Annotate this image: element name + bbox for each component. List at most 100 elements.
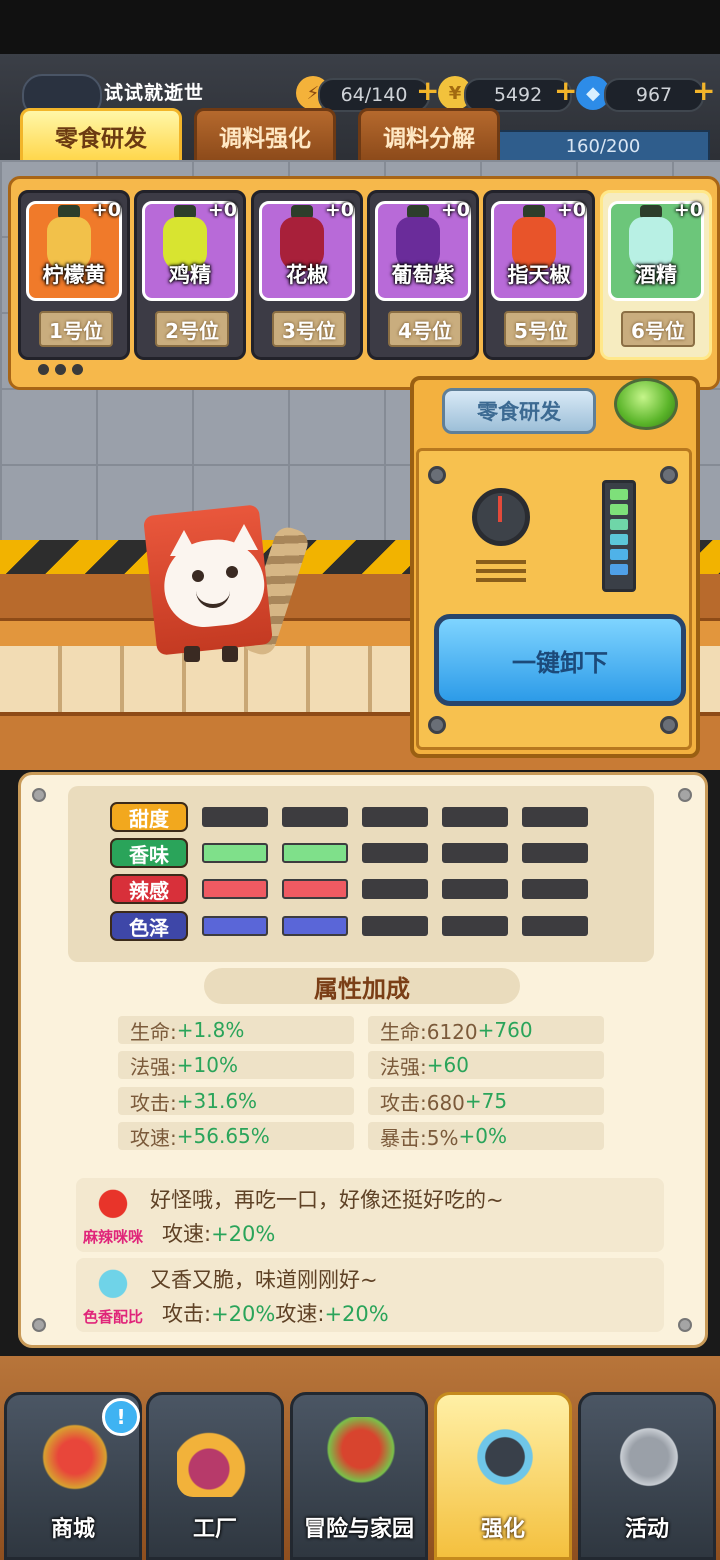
slot-level: +0 bbox=[91, 199, 121, 221]
tab-seasoning-enhance[interactable]: 调料强化 bbox=[194, 108, 336, 164]
more-dots-icon[interactable] bbox=[38, 364, 83, 375]
bonus-value: +31.6% bbox=[176, 1089, 258, 1113]
start-button[interactable] bbox=[614, 378, 678, 430]
ingredient-name: 花椒 bbox=[286, 263, 328, 287]
bonus-left-2: 法强: +10% bbox=[118, 1051, 354, 1079]
stat-label: 甜度 bbox=[110, 802, 188, 832]
stat-bar-segment bbox=[282, 879, 348, 899]
effect-value: +20% bbox=[211, 1302, 276, 1326]
bonus-right-4: 暴击:5% +0% bbox=[368, 1122, 604, 1150]
slot-position: 2号位 bbox=[155, 311, 229, 347]
vent-icon bbox=[476, 560, 526, 586]
bonus-value: +0% bbox=[458, 1124, 507, 1148]
ingredient-name: 酒精 bbox=[635, 263, 677, 287]
nav-events[interactable]: 活动 bbox=[578, 1392, 716, 1560]
nav-label: 商城 bbox=[50, 1517, 95, 1542]
add-diamond-button[interactable]: + bbox=[692, 74, 715, 107]
shopping-cart-icon bbox=[35, 1417, 115, 1497]
bonus-value: +75 bbox=[464, 1089, 508, 1113]
bonus-value: +56.65% bbox=[176, 1124, 270, 1148]
ingredient-slot-3[interactable]: +0 花椒 3号位 bbox=[251, 190, 363, 360]
tab-seasoning-decompose[interactable]: 调料分解 bbox=[358, 108, 500, 164]
level-meter bbox=[602, 480, 636, 592]
rivet-icon bbox=[678, 1318, 692, 1332]
combo-name: 色香配比 bbox=[82, 1308, 143, 1326]
tab-snack-research[interactable]: 零食研发 bbox=[20, 108, 182, 164]
nav-label: 活动 bbox=[624, 1517, 669, 1542]
effect-key: 攻速: bbox=[162, 1222, 212, 1246]
rivet-icon bbox=[32, 788, 46, 802]
stamina-counter: 64/140 bbox=[318, 78, 430, 112]
slot-level: +0 bbox=[324, 199, 354, 221]
combo-effect: 攻击:+20%攻速:+20% bbox=[162, 1298, 389, 1328]
stat-bar-segment bbox=[202, 916, 268, 936]
slot-level: +0 bbox=[556, 199, 586, 221]
stat-bar-segment bbox=[442, 843, 508, 863]
effect-key: 攻速: bbox=[275, 1302, 325, 1326]
stat-label: 香味 bbox=[110, 838, 188, 868]
stat-bar-segment bbox=[522, 807, 588, 827]
effect-value: +20% bbox=[211, 1222, 276, 1246]
stat-bar-segment bbox=[362, 879, 428, 899]
slot-position: 1号位 bbox=[39, 311, 113, 347]
adventure-icon bbox=[321, 1417, 401, 1497]
bonus-key: 攻击:680 bbox=[380, 1090, 465, 1115]
bonus-key: 生命: bbox=[130, 1019, 177, 1044]
stat-bar-segment bbox=[522, 843, 588, 863]
rivet-icon bbox=[678, 788, 692, 802]
add-stamina-button[interactable]: + bbox=[416, 74, 439, 107]
unload-all-button[interactable]: 一键卸下 bbox=[434, 614, 686, 706]
bolt-icon bbox=[428, 716, 446, 734]
stat-bar-segment bbox=[362, 807, 428, 827]
slot-level: +0 bbox=[207, 199, 237, 221]
ingredient-name: 鸡精 bbox=[169, 263, 211, 287]
bonus-title: 属性加成 bbox=[204, 968, 520, 1004]
stat-bar-segment bbox=[282, 916, 348, 936]
effect-key: 攻击: bbox=[162, 1302, 212, 1326]
slot-level: +0 bbox=[440, 199, 470, 221]
bonus-left-3: 攻击: +31.6% bbox=[118, 1087, 354, 1115]
stat-label: 辣感 bbox=[110, 874, 188, 904]
bolt-icon bbox=[428, 466, 446, 484]
bonus-value: +60 bbox=[426, 1053, 469, 1077]
stat-bar-segment bbox=[442, 916, 508, 936]
stat-bar-segment bbox=[202, 843, 268, 863]
nav-factory[interactable]: 工厂 bbox=[146, 1392, 284, 1560]
bonus-right-3: 攻击:680 +75 bbox=[368, 1087, 604, 1115]
slot-level: +0 bbox=[673, 199, 703, 221]
stat-bar-segment bbox=[202, 879, 268, 899]
can-icon bbox=[82, 1264, 144, 1308]
factory-icon bbox=[177, 1417, 257, 1497]
ingredient-slot-4[interactable]: +0 葡萄紫 4号位 bbox=[367, 190, 479, 360]
player-name: 试试就逝世 bbox=[104, 82, 205, 104]
slot-position: 5号位 bbox=[504, 311, 578, 347]
cat-foot bbox=[184, 646, 200, 662]
ingredient-slot-1[interactable]: +0 柠檬黄 1号位 bbox=[18, 190, 130, 360]
add-gold-button[interactable]: + bbox=[554, 74, 577, 107]
combo-description: 又香又脆，味道刚刚好~ bbox=[150, 1268, 378, 1292]
notification-badge: ! bbox=[102, 1398, 140, 1436]
bonus-right-1: 生命:6120 +760 bbox=[368, 1016, 604, 1044]
bonus-key: 攻速: bbox=[130, 1125, 177, 1150]
bonus-key: 攻击: bbox=[130, 1090, 177, 1115]
ingredient-slot-6[interactable]: +0 酒精 6号位 bbox=[600, 190, 712, 360]
bonus-right-2: 法强: +60 bbox=[368, 1051, 604, 1079]
robot-icon bbox=[465, 1417, 545, 1497]
stat-bar-segment bbox=[442, 807, 508, 827]
ingredient-slot-5[interactable]: +0 指天椒 5号位 bbox=[483, 190, 595, 360]
nav-enhance[interactable]: 强化 bbox=[434, 1392, 572, 1560]
stat-bar-segment bbox=[522, 879, 588, 899]
slot-position: 4号位 bbox=[388, 311, 462, 347]
effect-value: +20% bbox=[324, 1302, 389, 1326]
ingredient-name: 指天椒 bbox=[507, 263, 571, 287]
combo-effect: 攻速:+20% bbox=[162, 1218, 275, 1248]
stat-bar-segment bbox=[522, 916, 588, 936]
ingredient-slot-2[interactable]: +0 鸡精 2号位 bbox=[134, 190, 246, 360]
ingredient-name: 葡萄紫 bbox=[391, 263, 455, 287]
bonus-value: +760 bbox=[477, 1018, 533, 1042]
cat-foot bbox=[222, 646, 238, 662]
cat-eye bbox=[226, 566, 238, 578]
machine-label: 零食研发 bbox=[442, 388, 596, 434]
nav-adventure-home[interactable]: 冒险与家园 bbox=[290, 1392, 428, 1560]
combo-item: 麻辣咪咪 好怪哦，再吃一口，好像还挺好吃的~ 攻速:+20% bbox=[76, 1178, 664, 1252]
